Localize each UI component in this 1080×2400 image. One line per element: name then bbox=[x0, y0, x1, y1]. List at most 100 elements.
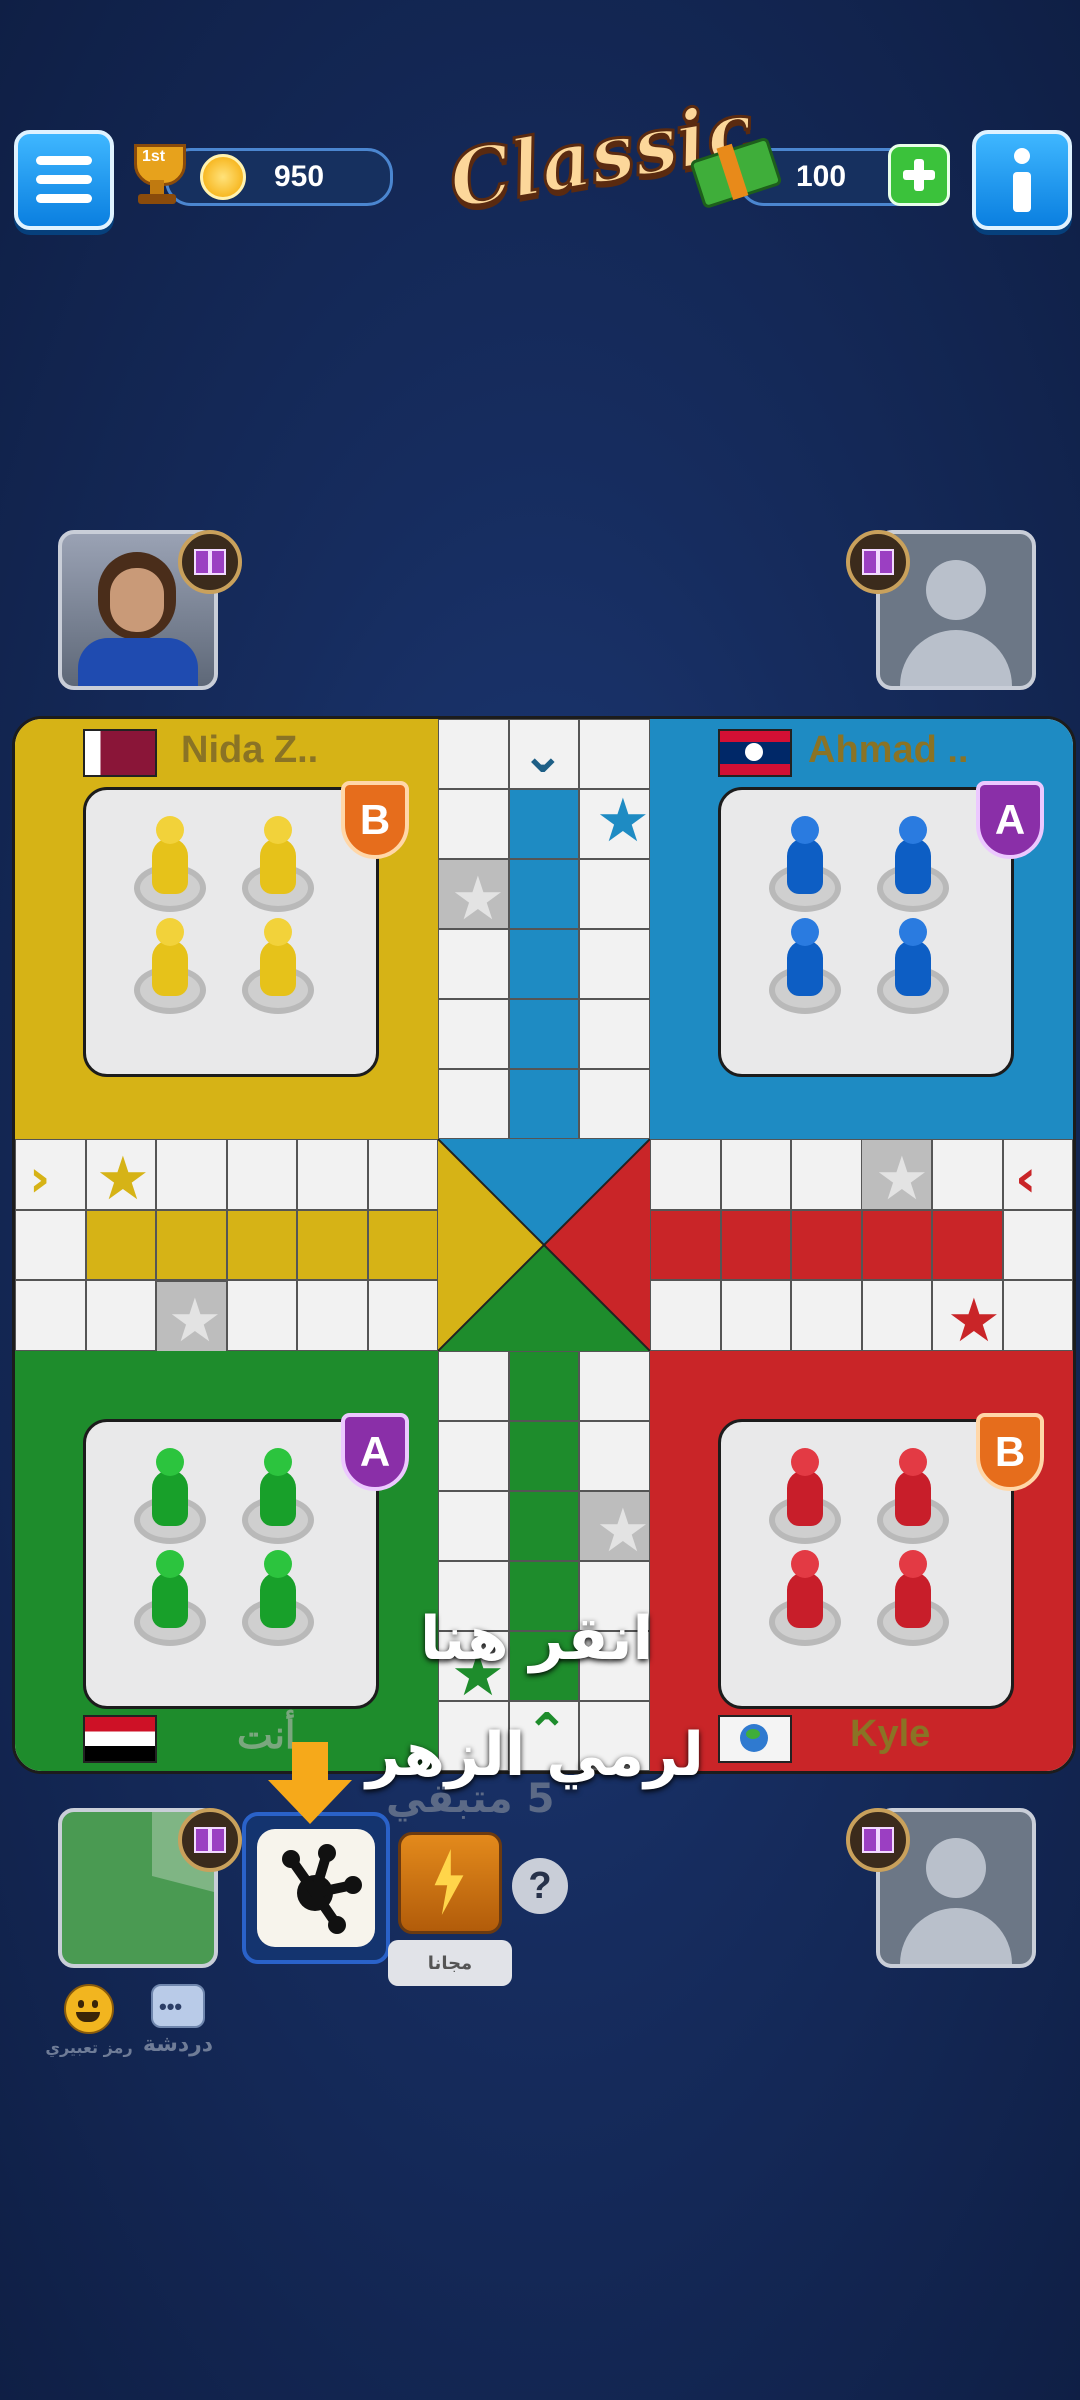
gift-icon[interactable] bbox=[178, 530, 242, 594]
power-boost-button[interactable] bbox=[398, 1832, 502, 1934]
player-name-bottom-right: Kyle bbox=[850, 1713, 931, 1755]
track-cell bbox=[297, 1209, 368, 1280]
red-home: B Kyle bbox=[650, 1351, 1073, 1771]
track-cell bbox=[720, 1209, 791, 1280]
lightning-icon bbox=[434, 1849, 464, 1915]
center-home-triangles bbox=[438, 1139, 650, 1351]
track-cell bbox=[720, 1280, 791, 1351]
badge-b: B bbox=[976, 1413, 1044, 1491]
flag-laos-icon bbox=[718, 729, 792, 777]
track-cell bbox=[508, 999, 579, 1069]
track-cell bbox=[508, 1421, 579, 1491]
track-cell bbox=[579, 1069, 650, 1139]
track-cell bbox=[438, 1351, 509, 1421]
safe-star-icon: ★ bbox=[596, 786, 650, 856]
help-button[interactable]: ? bbox=[512, 1858, 568, 1914]
track-cell bbox=[1002, 1139, 1073, 1210]
safe-star-icon: ★ bbox=[168, 1286, 222, 1356]
track-cell bbox=[1002, 1209, 1073, 1280]
arrow-down-entry-icon: ⌄ bbox=[521, 725, 565, 785]
track-cell bbox=[579, 1351, 650, 1421]
globe-flag-icon bbox=[718, 1715, 792, 1763]
track-cell bbox=[650, 1209, 721, 1280]
track-cell bbox=[85, 1280, 156, 1351]
track-cell bbox=[861, 1209, 932, 1280]
track-cell bbox=[932, 1139, 1003, 1210]
track-cell bbox=[85, 1209, 156, 1280]
track-cell bbox=[297, 1280, 368, 1351]
remaining-counter: 5 متبقي bbox=[386, 1776, 555, 1822]
track-cell bbox=[579, 999, 650, 1069]
gift-icon[interactable] bbox=[178, 1808, 242, 1872]
menu-button[interactable] bbox=[14, 130, 114, 230]
track-cell bbox=[438, 719, 509, 789]
track-cell bbox=[791, 1209, 862, 1280]
question-icon: ? bbox=[528, 1864, 552, 1907]
badge-b: B bbox=[341, 781, 409, 859]
safe-star-icon: ★ bbox=[947, 1286, 1001, 1356]
info-icon bbox=[1014, 148, 1030, 164]
gift-icon[interactable] bbox=[846, 1808, 910, 1872]
player-name-top-left: Nida Z.. bbox=[181, 729, 319, 771]
gift-icon[interactable] bbox=[846, 530, 910, 594]
safe-star-icon: ★ bbox=[875, 1144, 929, 1214]
dice-button[interactable] bbox=[242, 1812, 390, 1964]
track-cell bbox=[579, 859, 650, 929]
track-cell bbox=[508, 859, 579, 929]
track-cell bbox=[438, 999, 509, 1069]
flag-qatar-icon bbox=[83, 729, 157, 777]
track-cell bbox=[438, 1069, 509, 1139]
emoji-button[interactable]: رمز تعبيري bbox=[44, 1984, 134, 2060]
track-cell bbox=[579, 929, 650, 999]
track-cell bbox=[226, 1280, 297, 1351]
safe-star-icon: ★ bbox=[451, 864, 505, 934]
track-cell bbox=[226, 1139, 297, 1210]
track-cell bbox=[508, 929, 579, 999]
track-cell bbox=[156, 1139, 227, 1210]
track-cell bbox=[508, 1491, 579, 1561]
track-cell bbox=[508, 1351, 579, 1421]
add-cash-button[interactable] bbox=[888, 144, 950, 206]
info-button[interactable] bbox=[972, 130, 1072, 230]
track-cell bbox=[579, 1421, 650, 1491]
track-cell bbox=[367, 1139, 438, 1210]
tutorial-text-line1: انقر هنا bbox=[420, 1604, 654, 1674]
chat-button[interactable]: ••• دردشة bbox=[138, 1984, 218, 2060]
track-cell bbox=[15, 1280, 86, 1351]
chat-bubble-icon: ••• bbox=[151, 1984, 205, 2028]
track-cell bbox=[438, 1491, 509, 1561]
arrow-down-icon bbox=[268, 1742, 352, 1826]
safe-star-icon: ★ bbox=[96, 1144, 150, 1214]
track-cell bbox=[508, 1069, 579, 1139]
track-cell bbox=[1002, 1280, 1073, 1351]
trophy-icon: 1st bbox=[126, 144, 188, 206]
track-cell bbox=[367, 1209, 438, 1280]
track-cell bbox=[791, 1139, 862, 1210]
free-label: مجانا bbox=[388, 1940, 512, 1986]
track-cell bbox=[650, 1280, 721, 1351]
track-cell bbox=[720, 1139, 791, 1210]
safe-star-icon: ★ bbox=[596, 1496, 650, 1566]
player-name-top-right: Ahmad .. bbox=[808, 729, 969, 771]
track-cell bbox=[297, 1139, 368, 1210]
track-cell bbox=[791, 1280, 862, 1351]
track-cell bbox=[438, 929, 509, 999]
coin-icon bbox=[200, 154, 246, 200]
track-cell bbox=[367, 1280, 438, 1351]
badge-a: A bbox=[341, 1413, 409, 1491]
hamburger-icon bbox=[36, 156, 92, 203]
track-cell bbox=[650, 1139, 721, 1210]
track-cell bbox=[861, 1280, 932, 1351]
track-cell bbox=[579, 719, 650, 789]
blue-home: Ahmad .. A bbox=[650, 719, 1073, 1139]
track-cell bbox=[438, 789, 509, 859]
green-home: A أنت bbox=[15, 1351, 438, 1771]
track-cell bbox=[226, 1209, 297, 1280]
arrow-left-entry-icon: ‹ bbox=[1015, 1149, 1037, 1209]
track-cell bbox=[508, 789, 579, 859]
arrow-right-entry-icon: › bbox=[29, 1149, 51, 1209]
flag-egypt-icon bbox=[83, 1715, 157, 1763]
dice-icon bbox=[257, 1829, 375, 1947]
yellow-home: Nida Z.. B bbox=[15, 719, 438, 1139]
track-cell bbox=[156, 1209, 227, 1280]
